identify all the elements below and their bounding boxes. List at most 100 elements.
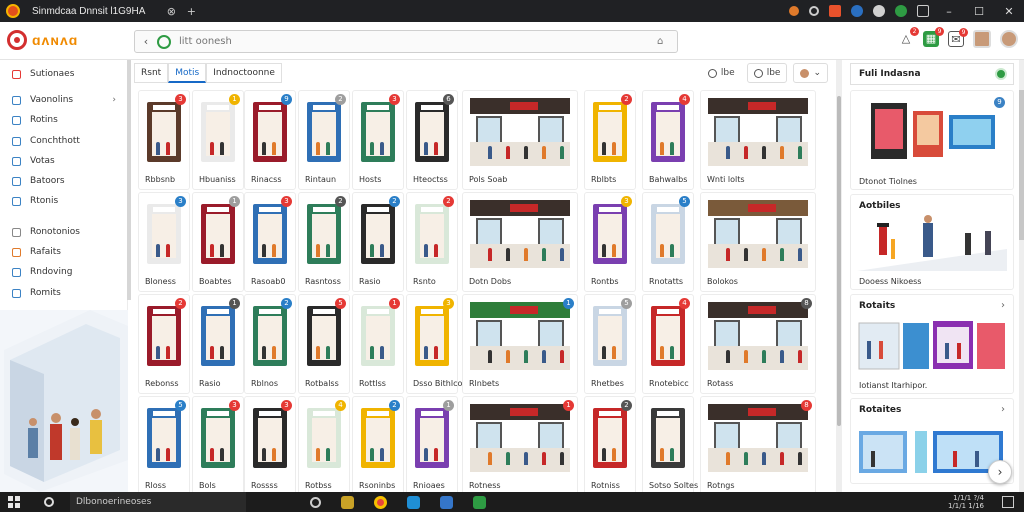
user-avatar[interactable] bbox=[973, 30, 991, 48]
close-tab-icon[interactable]: ⊗ bbox=[165, 5, 177, 18]
notification-center-icon[interactable] bbox=[1002, 496, 1014, 508]
product-card[interactable]: Wnti lolts bbox=[700, 90, 816, 190]
sidebar-scrollbar[interactable] bbox=[127, 60, 131, 300]
product-card[interactable]: 8 Rotass bbox=[700, 294, 816, 394]
product-card[interactable]: 4 Rnotebicc bbox=[642, 294, 694, 394]
product-card[interactable]: 9 Rinacss bbox=[244, 90, 296, 190]
product-card[interactable]: 2 Rblbts bbox=[584, 90, 636, 190]
product-card[interactable]: 5 Rhetbes bbox=[584, 294, 636, 394]
product-card[interactable]: 5 Rotbalss bbox=[298, 294, 350, 394]
product-card[interactable]: 5 Rnotatts bbox=[642, 192, 694, 292]
sidebar-item-1[interactable]: Vaonolins › bbox=[12, 93, 122, 107]
grid-scroll-thumb[interactable] bbox=[837, 96, 841, 426]
sidebar-item-6[interactable]: Rtonis bbox=[12, 194, 122, 208]
store-icon[interactable] bbox=[473, 495, 486, 509]
sidebar-item-2[interactable]: Rotins bbox=[12, 113, 122, 127]
product-card[interactable]: Pols Soab bbox=[462, 90, 578, 190]
product-card[interactable]: 2 Rblnos bbox=[244, 294, 296, 394]
view-toggle[interactable]: lbe bbox=[746, 63, 788, 83]
product-card[interactable]: 2 Rebonss bbox=[138, 294, 190, 394]
browser-icon[interactable] bbox=[407, 495, 420, 509]
product-card[interactable]: 1 Hbuaniss bbox=[192, 90, 244, 190]
product-card[interactable]: 3 Rontbs bbox=[584, 192, 636, 292]
sidebar-item-7[interactable]: Ronotonios bbox=[12, 225, 122, 239]
next-page-button[interactable]: › bbox=[988, 460, 1012, 484]
maximize-button[interactable]: ☐ bbox=[964, 5, 994, 18]
product-card[interactable]: 3 Rasoab0 bbox=[244, 192, 296, 292]
product-card[interactable]: 1 Boabtes bbox=[192, 192, 244, 292]
account-avatar[interactable] bbox=[1000, 30, 1018, 48]
sort-toggle[interactable]: lbe bbox=[702, 63, 741, 83]
product-card[interactable]: 3 Rbbsnb bbox=[138, 90, 190, 190]
taskbar-clock[interactable]: 1/1/1 ?/4 1/1/1 1/16 bbox=[948, 494, 984, 510]
panel-card-0[interactable]: 9 Dtonot Tiolnes bbox=[850, 90, 1014, 190]
sidebar-item-9[interactable]: Rndoving bbox=[12, 265, 122, 279]
search-icon[interactable] bbox=[809, 6, 819, 16]
start-icon[interactable] bbox=[8, 496, 20, 508]
notifications-icon[interactable]: △ 2 bbox=[898, 27, 919, 47]
chevron-right-icon[interactable]: › bbox=[1001, 404, 1005, 415]
product-card[interactable]: 3 Rossss bbox=[244, 396, 296, 492]
task-view-icon[interactable] bbox=[310, 496, 321, 508]
status-icon[interactable] bbox=[995, 68, 1007, 80]
chevron-right-icon[interactable]: › bbox=[1001, 300, 1005, 311]
filter-chip-index[interactable]: Indnoctoonne bbox=[206, 63, 282, 83]
product-card[interactable]: 3 Hosts bbox=[352, 90, 404, 190]
panel-scroll-thumb[interactable] bbox=[1019, 90, 1024, 240]
product-card[interactable]: 1 Rnioaes bbox=[406, 396, 458, 492]
product-card[interactable]: 1 Rlnbets bbox=[462, 294, 578, 394]
product-card[interactable]: 6 Hteoctss bbox=[406, 90, 458, 190]
sidebar-item-3[interactable]: Conchthott bbox=[12, 134, 122, 148]
product-card[interactable]: Sotso Soltes bbox=[642, 396, 698, 492]
file-explorer-icon[interactable] bbox=[341, 495, 354, 509]
mic-icon[interactable]: ⌂ bbox=[657, 36, 677, 47]
sidebar-item-10[interactable]: Romits bbox=[12, 286, 122, 300]
product-card[interactable]: 5 Rloss bbox=[138, 396, 190, 492]
product-card[interactable]: 1 Rotness bbox=[462, 396, 578, 492]
sidebar-item-5[interactable]: Batoors bbox=[12, 174, 122, 188]
grid-scrollbar[interactable] bbox=[836, 60, 842, 492]
filter-chip-recent[interactable]: Rsnt bbox=[134, 63, 169, 83]
product-card[interactable]: Bolokos bbox=[700, 192, 816, 292]
search-bar[interactable]: ‹ ⌂ bbox=[134, 30, 678, 53]
product-card[interactable]: 4 Bahwalbs bbox=[642, 90, 694, 190]
minimize-button[interactable]: – bbox=[934, 5, 964, 18]
brand-name[interactable]: ɑʌɴʌɑ bbox=[32, 32, 78, 48]
mail-icon[interactable] bbox=[440, 495, 453, 509]
product-card[interactable]: 3 Dsso Bithlco bbox=[406, 294, 462, 394]
product-card[interactable]: 4 Rotbss bbox=[298, 396, 350, 492]
sync-icon[interactable] bbox=[895, 5, 907, 17]
chrome-icon[interactable] bbox=[374, 495, 387, 509]
search-input[interactable] bbox=[179, 36, 657, 47]
product-card[interactable]: 1 Rasio bbox=[192, 294, 244, 394]
product-card[interactable]: 2 Rasio bbox=[352, 192, 404, 292]
product-card[interactable]: 3 Bloness bbox=[138, 192, 190, 292]
sidebar-item-0[interactable]: Sutionaes bbox=[12, 67, 122, 81]
profile-icon[interactable] bbox=[873, 5, 885, 17]
puzzle-icon[interactable] bbox=[917, 5, 929, 17]
globe-icon[interactable] bbox=[851, 5, 863, 17]
panel-card-2[interactable]: Rotaits › Iotianst Itarhipor. bbox=[850, 294, 1014, 394]
product-card[interactable]: 2 Rsnto bbox=[406, 192, 458, 292]
bookmark-icon[interactable] bbox=[829, 5, 841, 17]
panel-card-1[interactable]: Aotbiles Dooess Nikoess bbox=[850, 194, 1014, 290]
taskbar-search-input[interactable]: Dlbonoerineoses bbox=[70, 492, 246, 512]
product-card[interactable]: Dotn Dobs bbox=[462, 192, 578, 292]
sidebar-item-8[interactable]: Rafaits bbox=[12, 245, 122, 259]
product-card[interactable]: 3 Bols bbox=[192, 396, 244, 492]
back-icon[interactable]: ‹ bbox=[135, 35, 157, 48]
product-card[interactable]: 8 Rotngs bbox=[700, 396, 816, 492]
extension-icon[interactable] bbox=[789, 6, 799, 16]
panel-scrollbar[interactable] bbox=[1019, 60, 1024, 492]
product-card[interactable]: 2 Rasntoss bbox=[298, 192, 350, 292]
messages-icon[interactable]: ✉ 9 bbox=[948, 28, 968, 47]
calendar-icon[interactable]: ▦ 9 bbox=[923, 27, 944, 47]
product-card[interactable]: 2 Rsoninbs bbox=[352, 396, 404, 492]
close-window-button[interactable]: ✕ bbox=[994, 5, 1024, 18]
product-card[interactable]: 2 Rintaun bbox=[298, 90, 350, 190]
product-card[interactable]: 2 Rotniss bbox=[584, 396, 636, 492]
filter-chip-motis[interactable]: Motis bbox=[168, 63, 207, 83]
sidebar-item-4[interactable]: Votas bbox=[12, 154, 122, 168]
product-card[interactable]: 1 Rottlss bbox=[352, 294, 404, 394]
user-menu[interactable]: ⌄ bbox=[793, 63, 828, 83]
